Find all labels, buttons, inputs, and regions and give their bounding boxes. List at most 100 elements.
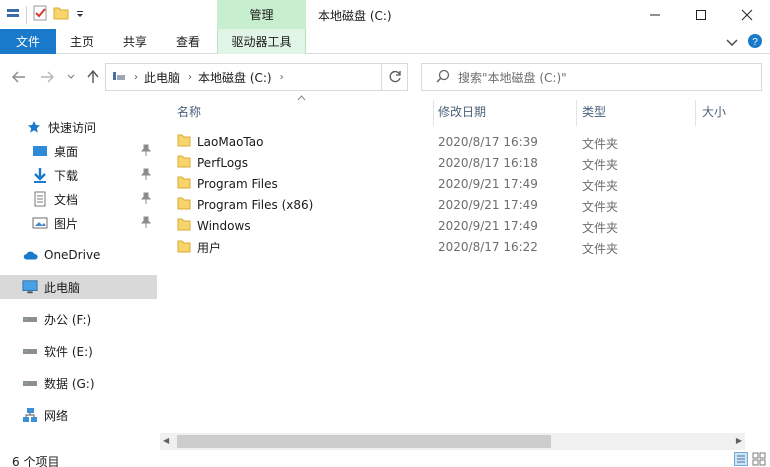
caption-buttons — [632, 0, 770, 29]
pin-icon — [140, 216, 152, 231]
minimize-button[interactable] — [632, 0, 678, 29]
file-name: PerfLogs — [197, 156, 249, 170]
nav-drive-g[interactable]: 数据 (G:) — [0, 371, 157, 395]
tab-drive-tools[interactable]: 驱动器工具 — [217, 29, 306, 54]
nav-label: 下载 — [54, 168, 79, 183]
quick-access-toolbar — [6, 5, 85, 24]
breadcrumb-separator-icon[interactable]: › — [134, 72, 138, 83]
nav-label: 软件 (E:) — [44, 344, 93, 359]
large-icons-view-icon[interactable] — [752, 452, 766, 467]
window-title: 本地磁盘 (C:) — [318, 9, 392, 23]
file-row[interactable]: Program Files 2020/9/21 17:49 文件夹 — [160, 174, 620, 195]
column-header-name[interactable]: 名称 — [177, 94, 427, 128]
desktop-icon — [32, 143, 48, 159]
tab-file[interactable]: 文件 — [0, 29, 56, 54]
nav-onedrive[interactable]: OneDrive — [0, 243, 157, 267]
column-divider[interactable] — [433, 100, 434, 126]
column-divider[interactable] — [576, 100, 577, 126]
search-box[interactable]: 搜索"本地磁盘 (C:)" — [421, 63, 762, 91]
nav-network[interactable]: 网络 — [0, 403, 157, 427]
file-type: 文件夹 — [582, 242, 619, 256]
document-icon — [32, 191, 48, 207]
scrollbar-thumb[interactable] — [177, 435, 551, 448]
nav-item-desktop[interactable]: 桌面 — [0, 139, 157, 163]
file-name: Program Files — [197, 177, 278, 191]
help-icon[interactable]: ? — [748, 34, 762, 51]
tab-share[interactable]: 共享 — [111, 29, 159, 54]
pin-icon — [140, 192, 152, 207]
expand-ribbon-icon[interactable] — [726, 36, 738, 50]
file-row[interactable]: LaoMaoTao 2020/8/17 16:39 文件夹 — [160, 132, 620, 153]
drive-icon — [22, 311, 38, 327]
nav-label: 桌面 — [54, 144, 79, 159]
file-date: 2020/9/21 17:49 — [438, 198, 538, 212]
breadcrumb-local-disk[interactable]: 本地磁盘 (C:) — [198, 69, 272, 86]
details-view-icon[interactable] — [734, 452, 748, 467]
nav-drive-f[interactable]: 办公 (F:) — [0, 307, 157, 331]
title-bar: 管理 本地磁盘 (C:) — [0, 0, 770, 29]
file-date: 2020/8/17 16:39 — [438, 135, 538, 149]
star-icon — [26, 119, 42, 135]
maximize-button[interactable] — [678, 0, 724, 29]
file-row[interactable]: PerfLogs 2020/8/17 16:18 文件夹 — [160, 153, 620, 174]
nav-label: OneDrive — [44, 248, 101, 262]
ribbon-tabs: 文件 主页 共享 查看 驱动器工具 ? — [0, 29, 770, 54]
file-row[interactable]: Windows 2020/9/21 17:49 文件夹 — [160, 216, 620, 237]
status-bar: 6 个项目 — [0, 451, 770, 467]
nav-drive-e[interactable]: 软件 (E:) — [0, 339, 157, 363]
toolbar-separator — [26, 5, 27, 24]
column-header-type[interactable]: 类型 — [582, 94, 682, 128]
svg-text:?: ? — [752, 37, 758, 48]
file-date: 2020/9/21 17:49 — [438, 177, 538, 191]
back-button[interactable] — [10, 67, 28, 87]
column-header-size[interactable]: 大小 — [702, 94, 762, 128]
column-header-modified[interactable]: 修改日期 — [438, 94, 568, 128]
file-name: LaoMaoTao — [197, 135, 264, 149]
tab-home[interactable]: 主页 — [58, 29, 106, 54]
file-date: 2020/8/17 16:22 — [438, 240, 538, 254]
nav-item-documents[interactable]: 文档 — [0, 187, 157, 211]
breadcrumb-separator-icon[interactable]: › — [280, 72, 284, 83]
file-name: Program Files (x86) — [197, 198, 314, 212]
nav-item-pictures[interactable]: 图片 — [0, 211, 157, 235]
nav-label: 文档 — [54, 192, 79, 207]
drive-icon — [22, 375, 38, 391]
check-properties-icon[interactable] — [33, 5, 47, 24]
breadcrumb-separator-icon[interactable]: › — [188, 72, 192, 83]
nav-label: 此电脑 — [44, 280, 81, 295]
forward-button[interactable] — [38, 67, 56, 87]
close-button[interactable] — [724, 0, 770, 29]
network-icon — [22, 407, 38, 423]
drive-icon — [112, 70, 126, 85]
nav-quick-access[interactable]: 快速访问 — [0, 115, 157, 139]
column-divider[interactable] — [695, 100, 696, 126]
refresh-button[interactable] — [381, 64, 407, 90]
item-count: 6 个项目 — [12, 455, 60, 467]
file-row[interactable]: 用户 2020/8/17 16:22 文件夹 — [160, 237, 620, 258]
properties-icon[interactable] — [6, 6, 20, 23]
search-placeholder: 搜索"本地磁盘 (C:)" — [458, 70, 567, 85]
scroll-left-icon[interactable]: ◀ — [163, 436, 169, 445]
file-row[interactable]: Program Files (x86) 2020/9/21 17:49 文件夹 — [160, 195, 620, 216]
nav-label: 数据 (G:) — [44, 376, 95, 391]
file-list: 名称 修改日期 类型 大小 LaoMaoTao 2020/8/17 16:39 … — [160, 94, 770, 450]
recent-locations-icon[interactable] — [64, 67, 78, 87]
ribbon-right-controls: ? — [726, 34, 762, 51]
file-type: 文件夹 — [582, 221, 619, 235]
nav-this-pc[interactable]: 此电脑 — [0, 275, 157, 299]
qat-dropdown-icon[interactable] — [75, 8, 85, 22]
pin-icon — [140, 168, 152, 183]
up-button[interactable] — [84, 67, 102, 87]
file-date: 2020/9/21 17:49 — [438, 219, 538, 233]
breadcrumb-this-pc[interactable]: 此电脑 — [144, 69, 180, 86]
search-icon — [436, 69, 450, 86]
nav-label: 图片 — [54, 216, 79, 231]
horizontal-scrollbar[interactable]: ◀ ▶ — [160, 433, 745, 450]
address-bar[interactable]: › 此电脑 › 本地磁盘 (C:) › — [105, 63, 408, 91]
scroll-right-icon[interactable]: ▶ — [736, 436, 742, 445]
folder-icon — [177, 176, 191, 192]
nav-item-downloads[interactable]: 下载 — [0, 163, 157, 187]
new-folder-icon[interactable] — [53, 6, 69, 23]
tab-view[interactable]: 查看 — [164, 29, 212, 54]
navigation-pane: 快速访问 桌面 下载 文档 图片 OneDrive 此电脑 办公 (F:) 软件… — [0, 103, 157, 448]
